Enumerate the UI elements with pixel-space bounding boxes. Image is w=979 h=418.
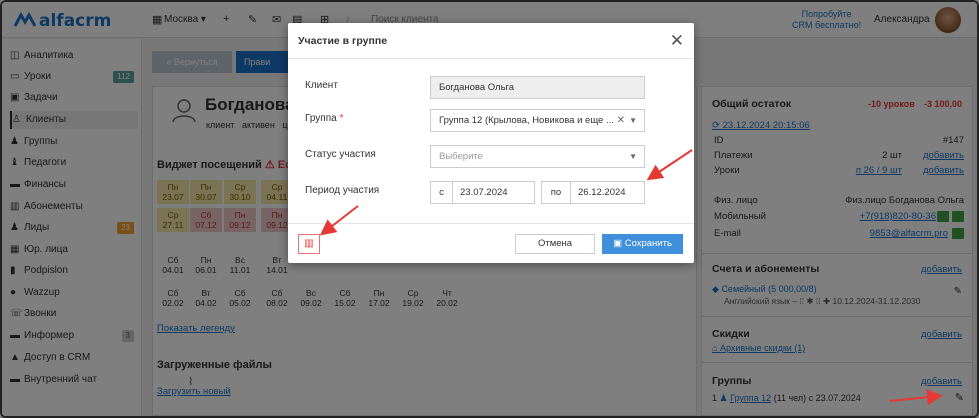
arrow-to-group-edit xyxy=(889,389,943,406)
arrow-to-period xyxy=(646,149,693,181)
arrow-to-delete xyxy=(319,205,359,236)
annotation-arrows xyxy=(319,149,943,406)
app-window: alfacrm ▦ Москва ▾ + ✎ ✉ ▤ ⊞ ♪ Поиск кли… xyxy=(0,0,979,418)
